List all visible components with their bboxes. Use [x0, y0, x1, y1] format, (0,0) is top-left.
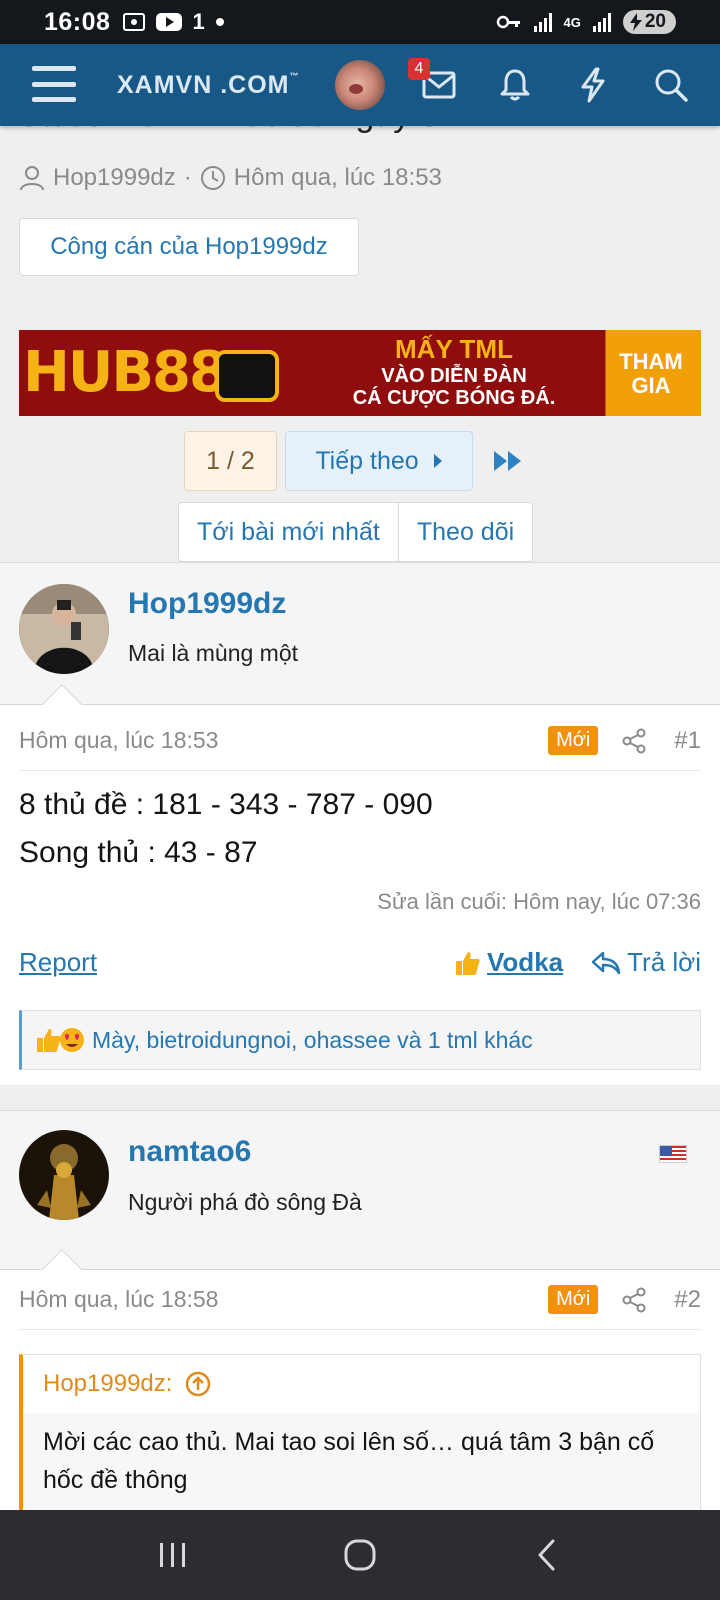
meta-separator: · [183, 164, 192, 191]
charging-icon [629, 13, 642, 31]
post-2-avatar[interactable] [19, 1130, 109, 1220]
recent-apps-icon[interactable] [143, 1525, 203, 1585]
post-1-avatar[interactable] [19, 584, 109, 674]
tv-icon [215, 350, 279, 402]
user-icon [19, 165, 45, 191]
inbox-badge: 4 [408, 58, 430, 80]
post-2-username[interactable]: namtao6 [128, 1135, 251, 1169]
like-label: Vodka [487, 947, 564, 977]
app-header: XAMVN .COM™ [0, 44, 720, 126]
post-1-reactions[interactable]: Mày, bietroidungnoi, ohassee và 1 tml kh… [19, 1010, 701, 1070]
post-2-number[interactable]: #2 [674, 1286, 701, 1314]
post-1-edited: Sửa lần cuối: Hôm nay, lúc 07:36 [377, 889, 701, 914]
status-number: 1 [192, 9, 205, 34]
share-icon[interactable] [622, 728, 646, 754]
reply-button[interactable]: Trả lời [591, 947, 701, 978]
signal-icon-2 [591, 11, 613, 33]
signal-icon [532, 11, 554, 33]
post-1-number[interactable]: #1 [674, 727, 701, 755]
post-1-user-header: Hop1999dz Mai là mùng một [0, 562, 720, 724]
share-icon[interactable] [622, 1287, 646, 1313]
bell-icon[interactable] [494, 64, 536, 106]
post-1-text: 8 thủ đề : 181 - 343 - 787 - 090 Song th… [19, 781, 433, 877]
next-page-label: Tiếp theo [315, 446, 419, 475]
banner-line-2: VÀO DIỄN ĐÀN [381, 365, 527, 387]
quote-header[interactable]: Hop1999dz: [23, 1355, 700, 1413]
reply-icon [591, 951, 621, 974]
latest-post-button[interactable]: Tới bài mới nhất [179, 503, 398, 561]
post-2: Hôm qua, lúc 18:58 Mới #2 Hop1999dz: Mời… [0, 1270, 720, 1510]
banner-line-1: MẤY TML [395, 334, 513, 364]
thread-date[interactable]: Hôm qua, lúc 18:53 [234, 164, 442, 192]
search-icon[interactable] [650, 64, 692, 106]
post-1-date[interactable]: Hôm qua, lúc 18:53 [19, 727, 218, 754]
thread-actions: Tới bài mới nhất Theo dõi [178, 502, 534, 562]
heart-eyes-reaction-icon [58, 1026, 86, 1054]
post-1-user-title: Mai là mùng một [128, 640, 299, 666]
battery-level: 20 [644, 11, 666, 32]
post-1-new-badge: Mới [548, 726, 599, 755]
follow-button[interactable]: Theo dõi [397, 503, 532, 561]
post-2-quote: Hop1999dz: Mời các cao thủ. Mai tao soi … [19, 1354, 701, 1510]
dot-icon [215, 17, 225, 27]
next-page-button[interactable]: Tiếp theo [285, 431, 473, 491]
status-bar: 16:08 1 4G 20 [0, 0, 720, 44]
reactions-list: Mày, bietroidungnoi, ohassee và 1 tml kh… [92, 1026, 533, 1053]
user-avatar[interactable] [335, 60, 385, 110]
us-flag-icon [659, 1145, 687, 1163]
quote-author[interactable]: Hop1999dz: [43, 1370, 172, 1398]
post-2-user-title: Người phá đò sông Đà [128, 1189, 362, 1215]
reply-label: Trả lời [627, 947, 701, 977]
menu-button[interactable] [32, 66, 76, 102]
banner-brand: HUB88 [23, 340, 228, 405]
post-1-line-1: 8 thủ đề : 181 - 343 - 787 - 090 [19, 788, 433, 821]
post-1-username[interactable]: Hop1999dz [128, 587, 286, 621]
site-logo[interactable]: XAMVN .COM™ [117, 71, 300, 100]
battery-indicator: 20 [622, 10, 676, 34]
banner-cta[interactable]: THAM GIA [603, 349, 699, 398]
network-type: 4G [563, 14, 581, 30]
ad-banner[interactable]: HUB88 MẤY TML VÀO DIỄN ĐÀN CÁ CƯỢC BÓNG … [19, 330, 701, 416]
thumbs-up-icon [456, 951, 480, 975]
arrow-up-circle-icon[interactable] [184, 1370, 212, 1398]
thread-meta: Hop1999dz · Hôm qua, lúc 18:53 [19, 164, 442, 192]
report-link[interactable]: Report [19, 947, 97, 978]
system-nav-bar [0, 1510, 720, 1600]
quote-text: Mời các cao thủ. Mai tao soi lên số… quá… [23, 1413, 700, 1510]
thread-title: 30/05 XSMB Húc đề ngày 31! [19, 126, 467, 135]
pagination: 1 / 2 Tiếp theo [184, 431, 523, 491]
home-icon[interactable] [330, 1525, 390, 1585]
post-1-line-2: Song thủ : 43 - 87 [19, 836, 258, 869]
post-2-user-header: namtao6 Người phá đò sông Đà [0, 1110, 720, 1289]
status-time: 16:08 [44, 7, 111, 36]
thread-content: 30/05 XSMB Húc đề ngày 31! Hop1999dz · H… [0, 126, 720, 1510]
post-1-meta: Hôm qua, lúc 18:53 Mới #1 [19, 711, 701, 771]
post-1: Hôm qua, lúc 18:53 Mới #1 8 thủ đề : 181… [0, 705, 720, 1085]
post-2-new-badge: Mới [548, 1285, 599, 1314]
lightning-icon[interactable] [572, 64, 614, 106]
post-1-actions: Report Vodka Trả lời [19, 947, 701, 978]
youtube-icon [156, 12, 183, 32]
last-page-icon[interactable] [493, 450, 523, 472]
post-2-meta: Hôm qua, lúc 18:58 Mới #2 [19, 1270, 701, 1330]
key-icon [496, 14, 522, 30]
screenshot-icon [122, 11, 146, 33]
post-2-date[interactable]: Hôm qua, lúc 18:58 [19, 1286, 218, 1313]
back-icon[interactable] [517, 1525, 577, 1585]
page-current[interactable]: 1 / 2 [184, 431, 277, 491]
thread-author[interactable]: Hop1999dz [53, 164, 176, 192]
clock-icon [200, 165, 226, 191]
author-works-button[interactable]: Công cán của Hop1999dz [19, 218, 359, 276]
like-button[interactable]: Vodka [453, 947, 563, 978]
caret-right-icon [433, 454, 442, 468]
banner-line-3: CÁ CƯỢC BÓNG ĐÁ. [352, 387, 556, 409]
